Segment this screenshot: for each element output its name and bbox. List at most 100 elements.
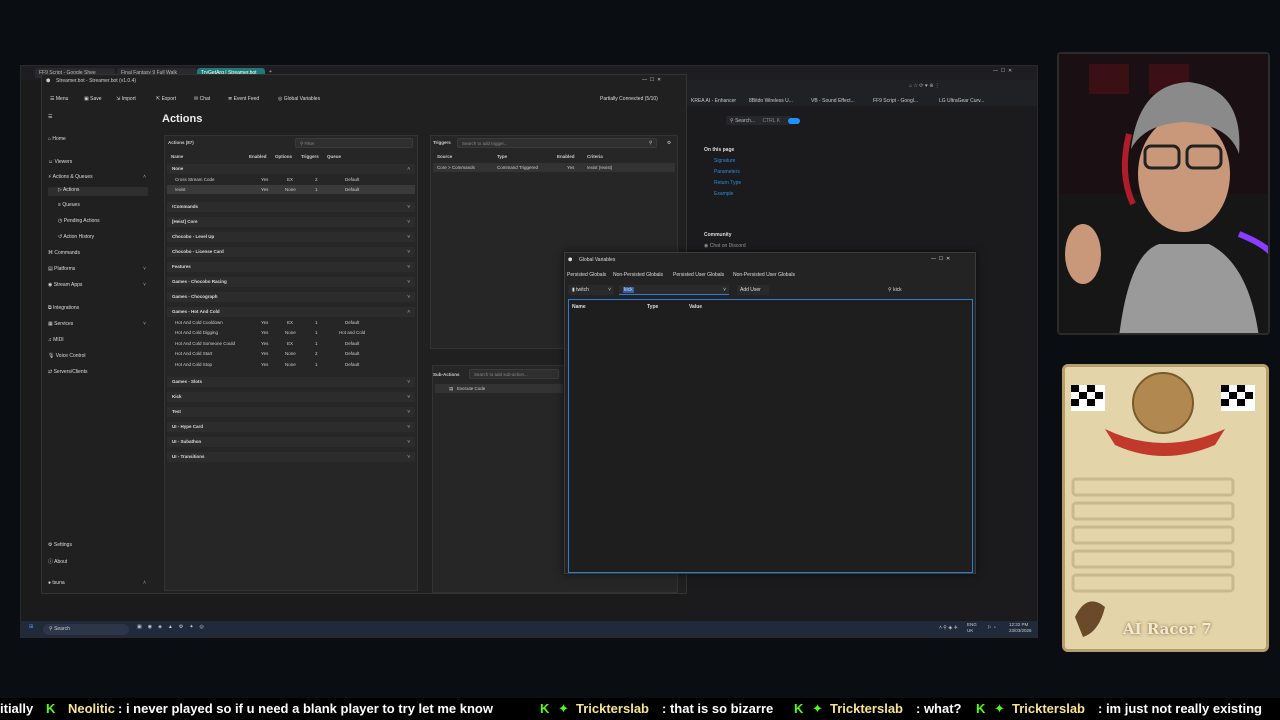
chevron-up-icon[interactable]: ˄ xyxy=(143,580,146,586)
action-group[interactable]: Test ˅ xyxy=(167,407,415,417)
action-group[interactable]: [Heist] Core ˅ xyxy=(167,217,415,227)
action-row[interactable]: Hot And Cold Cooldown Yes EX 1 Default xyxy=(167,318,415,327)
add-user-button[interactable]: Add User xyxy=(737,285,769,295)
window-controls[interactable]: — ☐ ✕ xyxy=(993,68,1012,74)
trigger-search-input[interactable]: Search to add trigger... xyxy=(457,138,657,148)
platform-select[interactable]: ▮ twitch ˅ xyxy=(568,285,614,295)
column-header[interactable]: Criteria xyxy=(587,154,603,159)
chevron-down-icon[interactable]: ˅ xyxy=(143,282,146,288)
sidebar-item-integrations[interactable]: ⧉ Integrations xyxy=(48,305,79,311)
bookmark[interactable]: FF9 Script - Googl... xyxy=(873,98,918,104)
column-header[interactable]: Triggers xyxy=(301,154,319,159)
column-header[interactable]: Name xyxy=(572,304,586,310)
sidebar-item-voice-control[interactable]: 🎙 Voice Control xyxy=(48,353,86,359)
browser-toolbar-icons[interactable]: ⌂ ☆ ⟳ ♥ ⊕ ⋮ xyxy=(909,83,940,89)
tab-persisted-user-globals[interactable]: Persisted User Globals xyxy=(673,272,724,278)
import-button[interactable]: ⇲ Import xyxy=(116,96,136,102)
bookmark[interactable]: VB - Sound Effect... xyxy=(811,98,855,104)
clock[interactable]: 12:32 PM 23/03/2026 xyxy=(1009,622,1032,634)
tab-non-persisted-user-globals[interactable]: Non-Persisted User Globals xyxy=(733,272,795,278)
chevron-down-icon[interactable]: ˅ xyxy=(143,266,146,272)
column-header[interactable]: Type xyxy=(497,154,507,159)
sidebar-item-actions[interactable]: ▷ Actions xyxy=(48,187,148,196)
sidebar-user[interactable]: ● tsuna xyxy=(48,580,65,586)
toc-link[interactable]: Signature xyxy=(714,158,735,164)
sidebar-item-services[interactable]: ▦ Services xyxy=(48,321,73,327)
column-header[interactable]: Type xyxy=(647,304,658,310)
window-controls[interactable]: — ☐ ✕ xyxy=(931,256,950,262)
chevron-down-icon[interactable]: ˅ xyxy=(143,321,146,327)
action-row[interactable]: Hot And Cold Start Yes None 2 Default xyxy=(167,349,415,358)
filter-input[interactable]: ⚲ Filter xyxy=(295,138,413,148)
column-header[interactable]: Enabled xyxy=(557,154,575,159)
action-row-selected[interactable]: !exist Yes None 1 Default xyxy=(167,185,415,194)
taskbar-search[interactable]: ⚲ Search xyxy=(43,624,129,635)
sidebar-item-actions-queues[interactable]: ⚡ Actions & Queues xyxy=(48,174,93,180)
action-group[interactable]: Chocobo - Level Up ˅ xyxy=(167,232,415,242)
action-row[interactable]: Hot And Cold Stop Yes None 1 Default xyxy=(167,360,415,369)
action-group[interactable]: UI - Transitions ˅ xyxy=(167,452,415,462)
hamburger-icon[interactable]: ☰ xyxy=(48,114,52,120)
sidebar-item-stream-apps[interactable]: ◉ Stream Apps xyxy=(48,282,82,288)
sidebar-item-platforms[interactable]: ▤ Platforms xyxy=(48,266,75,272)
save-button[interactable]: ▣ Save xyxy=(84,96,102,102)
tab-persisted-globals[interactable]: Persisted Globals xyxy=(567,272,606,278)
toc-link[interactable]: Parameters xyxy=(714,169,740,175)
sidebar-item-about[interactable]: ⓘ About xyxy=(48,558,67,565)
export-button[interactable]: ⇱ Export xyxy=(156,96,176,102)
action-group[interactable]: Features ˅ xyxy=(167,262,415,272)
user-select[interactable]: kick ˅ xyxy=(619,285,729,295)
sidebar-item-midi[interactable]: ♫ MIDI xyxy=(48,337,64,343)
tray-status-icons[interactable]: ⚐ ◔ xyxy=(987,625,996,631)
window-controls[interactable]: — ☐ ✕ xyxy=(642,77,661,83)
action-group[interactable]: !Commands ˅ xyxy=(167,202,415,212)
sidebar-item-queues[interactable]: ≡ Queues xyxy=(58,202,80,208)
action-group[interactable]: Chocobo - License Card ˅ xyxy=(167,247,415,257)
subaction-item[interactable]: ▤ Execute Code xyxy=(435,384,563,393)
action-group[interactable]: UI - Hype Card ˅ xyxy=(167,422,415,432)
connection-status[interactable]: Partially Connected (5/10) xyxy=(600,96,658,102)
tray-icons[interactable]: ˄ ⚲ ◈ ✈ xyxy=(939,625,958,631)
column-header[interactable]: Enabled xyxy=(249,154,267,159)
global-variables-button[interactable]: ◎ Global Variables xyxy=(278,96,320,102)
sidebar-item-action-history[interactable]: ↺ Action History xyxy=(58,234,94,240)
column-header[interactable]: Name xyxy=(171,154,183,159)
sidebar-item-commands[interactable]: ⌘ Commands xyxy=(48,250,80,256)
tab-non-persisted-globals[interactable]: Non-Persisted Globals xyxy=(613,272,663,278)
column-header[interactable]: Source xyxy=(437,154,452,159)
action-group[interactable]: None ˄ xyxy=(167,164,415,174)
subaction-search-input[interactable]: Search to add sub-action... xyxy=(469,369,559,379)
sidebar-item-servers-clients[interactable]: ⇄ Servers/Clients xyxy=(48,369,88,375)
language-indicator[interactable]: ENG UK xyxy=(967,622,977,634)
column-header[interactable]: Options xyxy=(275,154,292,159)
sidebar-item-viewers[interactable]: ☺ Viewers xyxy=(48,159,72,165)
action-group[interactable]: Kick ˅ xyxy=(167,392,415,402)
action-group[interactable]: Games - Hot And Cold ˄ xyxy=(167,307,415,317)
action-row[interactable]: Cross Stream Code Yes EX 2 Default xyxy=(167,175,415,184)
action-group[interactable]: Games - Slots ˅ xyxy=(167,377,415,387)
bookmark[interactable]: 8Bitdo Wireless U... xyxy=(749,98,793,104)
sidebar-item-settings[interactable]: ⚙ Settings xyxy=(48,542,72,548)
chat-button[interactable]: ✉ Chat xyxy=(194,96,210,102)
toc-link[interactable]: Example xyxy=(714,191,733,197)
action-row[interactable]: Hot And Cold Someone Could Yes EX 1 Defa… xyxy=(167,339,415,348)
action-row[interactable]: Hot And Cold Digging Yes None 1 Hot and … xyxy=(167,328,415,337)
menu-button[interactable]: ☰ Menu xyxy=(50,96,68,102)
bookmark[interactable]: KREA AI - Enhancer xyxy=(691,98,736,104)
toc-link[interactable]: Return Type xyxy=(714,180,741,186)
windows-start-icon[interactable]: ⊞ xyxy=(29,624,33,630)
sidebar-item-pending-actions[interactable]: ◷ Pending Actions xyxy=(58,218,100,224)
bookmark[interactable]: LG UltraGear Curv... xyxy=(939,98,984,104)
action-group[interactable]: Games - Chocobo Racing ˅ xyxy=(167,277,415,287)
sidebar-item-home[interactable]: ⌂ Home xyxy=(48,136,66,142)
gear-icon[interactable]: ⚙ xyxy=(667,140,671,146)
action-group[interactable]: Games - Chocograph ˅ xyxy=(167,292,415,302)
event-feed-button[interactable]: ≣ Event Feed xyxy=(228,96,259,102)
theme-toggle[interactable] xyxy=(788,118,800,124)
gv-search-input[interactable]: ⚲ kick xyxy=(885,285,971,295)
doc-search-box[interactable]: ⚲ Search... CTRL K xyxy=(726,116,792,125)
trigger-row[interactable]: Core > Commands Command Triggered Yes !e… xyxy=(433,163,675,172)
search-icon[interactable]: ⚲ xyxy=(649,140,652,146)
discord-link[interactable]: ◉ Chat on Discord xyxy=(704,243,746,249)
column-header[interactable]: Queue xyxy=(327,154,341,159)
